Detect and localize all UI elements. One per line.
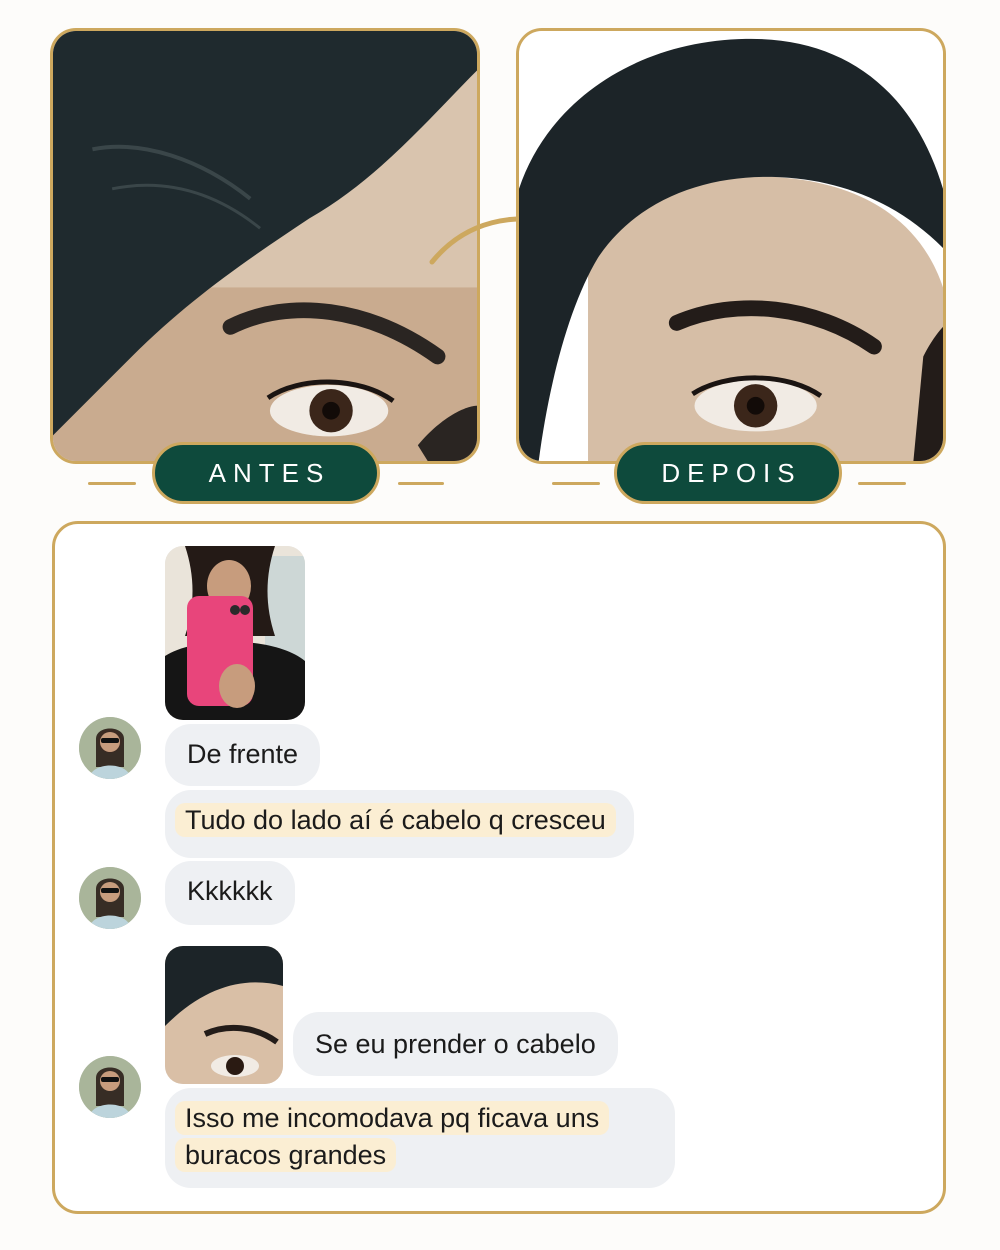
- avatar-photo: [79, 1056, 141, 1118]
- avatar-photo: [79, 867, 141, 929]
- chat-message-bubble: De frente: [165, 724, 321, 786]
- message-text: Isso me incomodava pq ficava uns buracos…: [175, 1101, 610, 1172]
- chat-message-bubble: Se eu prender o cabelo: [293, 1012, 618, 1076]
- divider-line: [398, 482, 444, 485]
- divider-line: [552, 482, 600, 485]
- message-text: Se eu prender o cabelo: [315, 1029, 596, 1059]
- avatar[interactable]: [79, 717, 141, 779]
- divider-line: [858, 482, 906, 485]
- chat-message-bubble: Kkkkkk: [165, 861, 295, 925]
- before-photo: [50, 28, 480, 464]
- chat-testimonial-card: De frente Tudo do lado aí é cabelo q cre…: [52, 521, 946, 1214]
- message-text: Kkkkkk: [187, 876, 273, 906]
- message-text: De frente: [187, 739, 299, 769]
- after-photo-image: [519, 31, 943, 461]
- avatar-photo: [79, 717, 141, 779]
- before-label: ANTES: [152, 442, 380, 504]
- message-text: Tudo do lado aí é cabelo q cresceu: [175, 803, 616, 837]
- chat-photo-message[interactable]: [165, 546, 305, 720]
- divider-line: [88, 482, 136, 485]
- before-photo-image: [53, 31, 477, 461]
- after-label: DEPOIS: [614, 442, 842, 504]
- avatar[interactable]: [79, 1056, 141, 1118]
- after-photo: [516, 28, 946, 464]
- chat-message-bubble: Tudo do lado aí é cabelo q cresceu: [165, 790, 634, 858]
- hairline-closeup-photo-icon: [165, 946, 283, 1084]
- chat-photo-message[interactable]: [165, 946, 283, 1084]
- avatar[interactable]: [79, 867, 141, 929]
- chat-message-bubble: Isso me incomodava pq ficava uns buracos…: [165, 1088, 675, 1188]
- selfie-mirror-photo-icon: [165, 546, 305, 720]
